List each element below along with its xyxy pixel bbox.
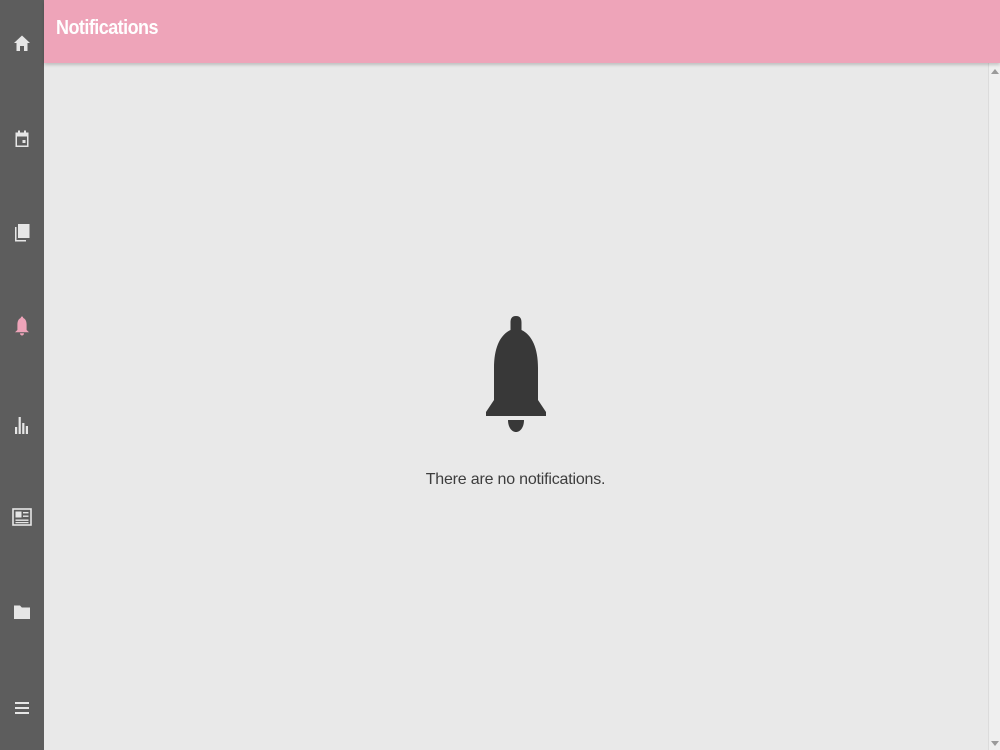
page-title: Notifications: [56, 17, 159, 39]
sidebar-item-reports[interactable]: [0, 405, 44, 445]
sidebar-item-notifications[interactable]: [0, 306, 44, 346]
app-window: Notifications There are no notifications…: [0, 0, 1000, 750]
scroll-up-arrow-icon[interactable]: [991, 69, 999, 74]
vertical-scrollbar[interactable]: [988, 63, 1000, 750]
scroll-down-arrow-icon[interactable]: [991, 741, 999, 746]
bar-chart-icon: [15, 417, 28, 434]
bell-icon: [15, 316, 29, 336]
sidebar: [0, 0, 44, 750]
menu-icon: [15, 702, 29, 714]
sidebar-item-library[interactable]: [0, 213, 44, 253]
app-header: Notifications: [44, 0, 1000, 63]
home-icon: [14, 35, 30, 51]
newspaper-icon: [12, 508, 32, 526]
folder-icon: [14, 605, 30, 619]
sidebar-item-calendar[interactable]: [0, 119, 44, 159]
sidebar-item-news[interactable]: [0, 497, 44, 537]
empty-state-message: There are no notifications.: [425, 471, 606, 488]
sidebar-item-menu[interactable]: [0, 688, 44, 728]
sidebar-item-home[interactable]: [0, 23, 44, 63]
sidebar-item-files[interactable]: [0, 592, 44, 632]
book-icon: [15, 224, 30, 242]
bell-icon: [486, 316, 546, 432]
calendar-icon: [15, 130, 29, 147]
